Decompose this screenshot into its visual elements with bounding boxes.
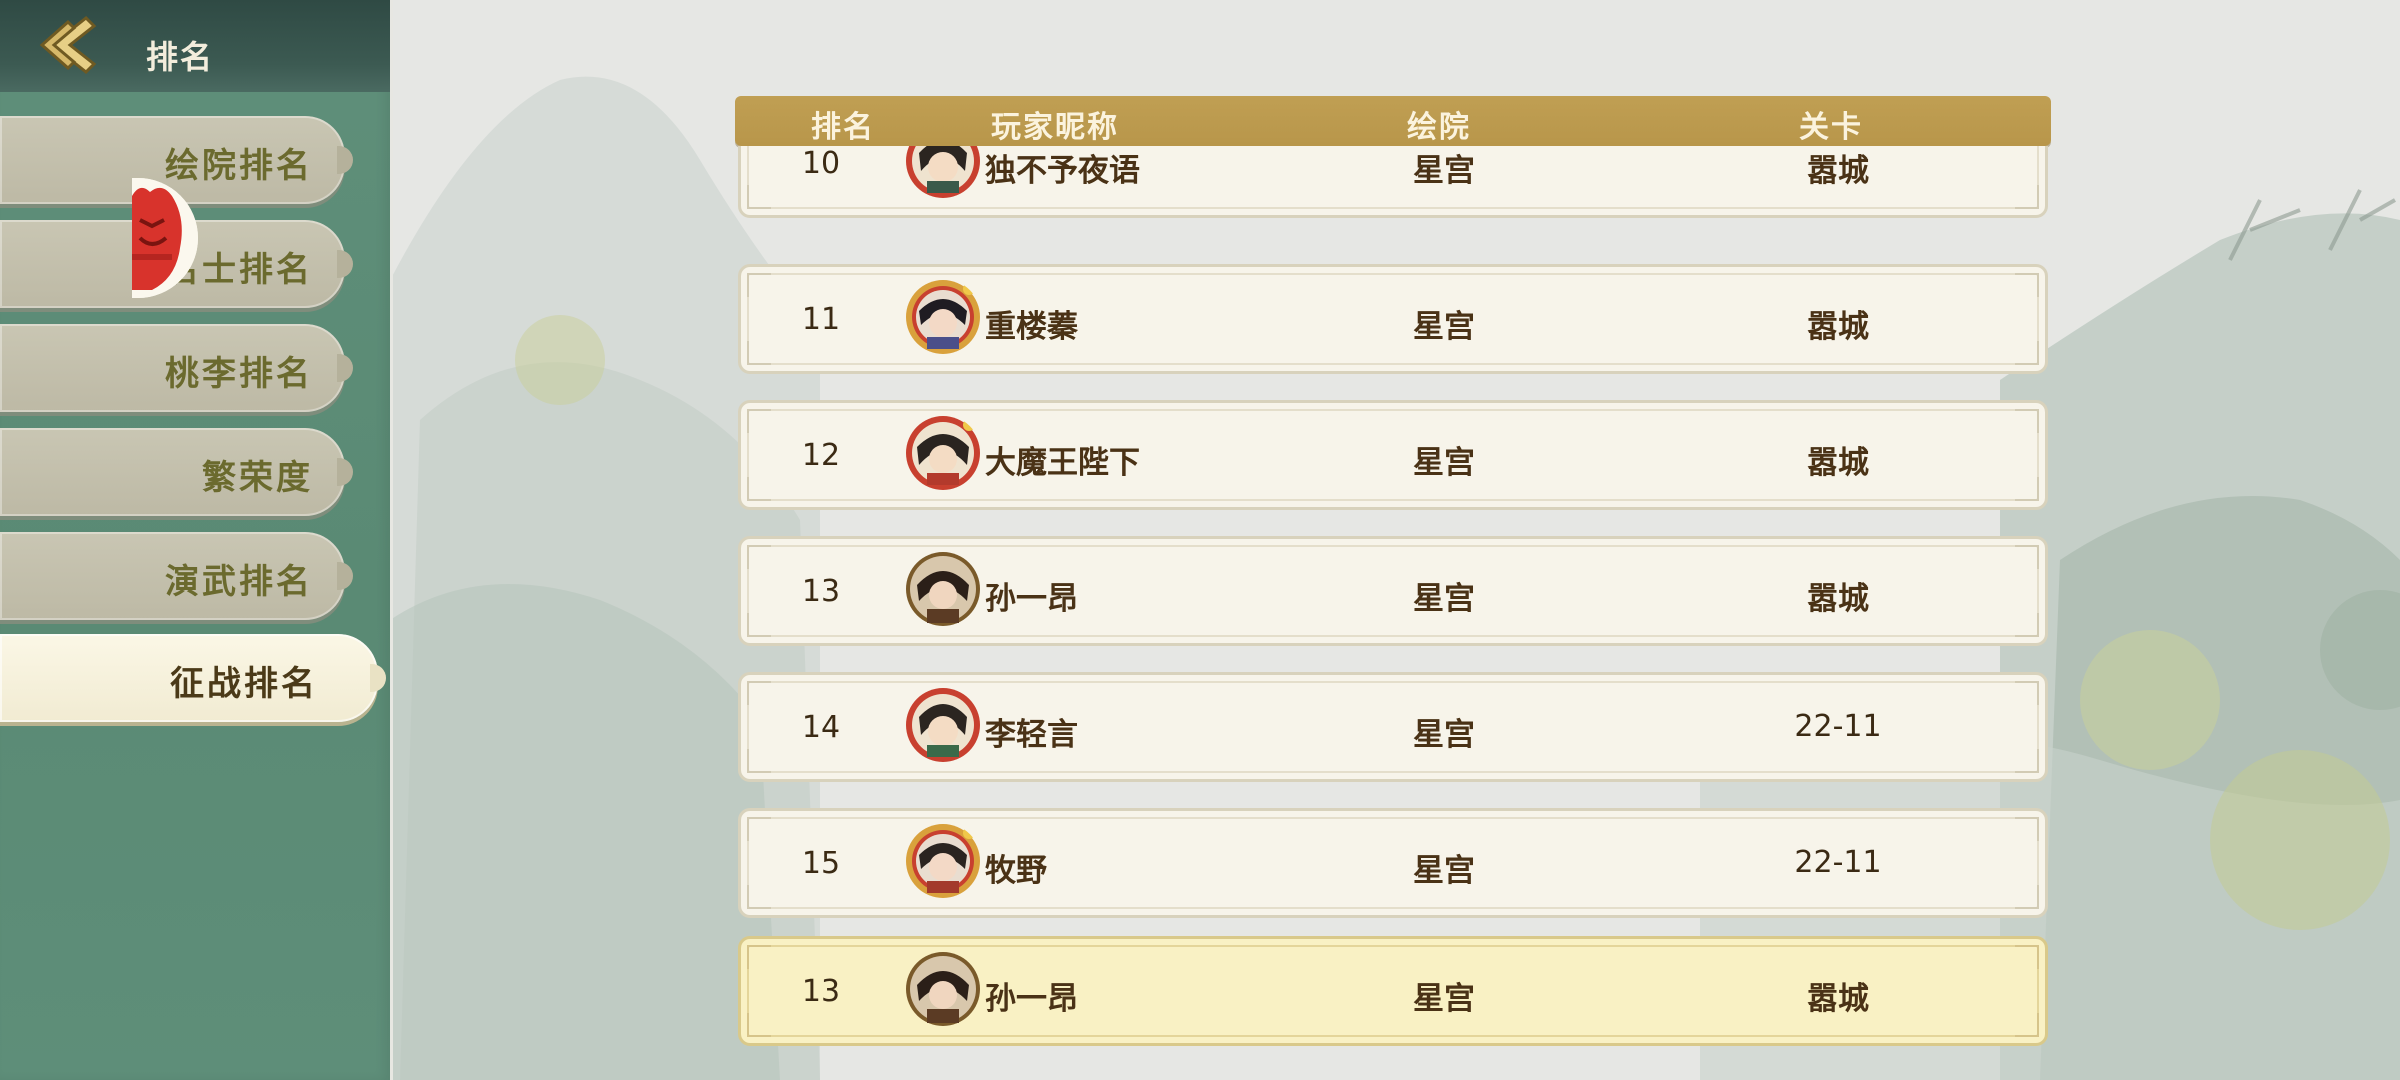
player-name: 重楼蓁 xyxy=(985,309,1078,345)
stage-cell: 嚣城 xyxy=(1807,445,1869,481)
academy-cell: 星宫 xyxy=(1413,717,1475,753)
table-row[interactable]: 15 牧野 星宫 22-11 xyxy=(738,808,2048,918)
column-header-academy: 绘院 xyxy=(1407,110,1471,145)
academy-cell: 星宫 xyxy=(1413,853,1475,889)
player-avatar[interactable] xyxy=(905,951,981,1027)
top-bar: 排名 xyxy=(0,0,390,92)
table-row[interactable]: 13 孙一昂 星宫 嚣城 xyxy=(738,536,2048,646)
sidebar-item-label: 演武排名 xyxy=(165,562,313,602)
table-row[interactable]: 12 大魔王陛下 星宫 嚣城 xyxy=(738,400,2048,510)
stage-cell: 嚣城 xyxy=(1807,309,1869,345)
stage-cell: 22-11 xyxy=(1794,845,1882,880)
sidebar-item-disciple-ranking[interactable]: 桃李排名 xyxy=(0,324,353,412)
player-name: 孙一昂 xyxy=(985,581,1078,617)
table-row[interactable]: 11 重楼蓁 星宫 嚣城 xyxy=(738,264,2048,374)
sidebar-item-label: 征战排名 xyxy=(170,664,318,704)
player-avatar[interactable] xyxy=(905,279,981,355)
academy-cell: 星宫 xyxy=(1413,445,1475,481)
player-name: 孙一昂 xyxy=(985,981,1078,1017)
academy-cell: 星宫 xyxy=(1413,581,1475,617)
player-avatar[interactable] xyxy=(905,551,981,627)
player-avatar[interactable] xyxy=(905,146,981,199)
column-header-stage: 关卡 xyxy=(1799,110,1863,145)
back-button[interactable] xyxy=(34,12,104,78)
sidebar-item-label: 绘院排名 xyxy=(165,146,313,186)
player-avatar[interactable] xyxy=(905,823,981,899)
sidebar-item-prosperity[interactable]: 繁荣度 xyxy=(0,428,353,516)
my-ranking-row[interactable]: 13 孙一昂 星宫 嚣城 xyxy=(738,936,2048,1046)
table-row[interactable]: 10 独不予夜语 星宫 嚣城 xyxy=(738,146,2048,218)
stage-cell: 嚣城 xyxy=(1807,153,1869,189)
stage-cell: 22-11 xyxy=(1794,709,1882,744)
player-avatar[interactable] xyxy=(905,687,981,763)
sidebar-item-martial-ranking[interactable]: 演武排名 xyxy=(0,532,353,620)
player-name: 大魔王陛下 xyxy=(985,445,1140,481)
sidebar-item-campaign-ranking[interactable]: 征战排名 xyxy=(0,634,386,722)
ranking-table-header: 排名 玩家昵称 绘院 关卡 xyxy=(735,96,2051,146)
academy-cell: 星宫 xyxy=(1413,981,1475,1017)
ranking-list[interactable]: 10 独不予夜语 星宫 嚣城 11 重楼蓁 星宫 嚣城 12 大魔王陛下 星宫 … xyxy=(730,146,2060,918)
column-header-player-name: 玩家昵称 xyxy=(991,110,1119,145)
chevron-left-icon xyxy=(39,15,97,75)
stage-cell: 嚣城 xyxy=(1807,981,1869,1017)
page-title: 排名 xyxy=(146,38,215,76)
table-row[interactable]: 14 李轻言 星宫 22-11 xyxy=(738,672,2048,782)
player-name: 独不予夜语 xyxy=(985,153,1140,189)
column-header-rank: 排名 xyxy=(811,110,875,145)
player-avatar[interactable] xyxy=(905,415,981,491)
stage-cell: 嚣城 xyxy=(1807,581,1869,617)
sidebar-item-label: 桃李排名 xyxy=(165,354,313,394)
academy-cell: 星宫 xyxy=(1413,309,1475,345)
player-name: 李轻言 xyxy=(985,717,1078,753)
player-name: 牧野 xyxy=(985,853,1047,889)
academy-cell: 星宫 xyxy=(1413,153,1475,189)
sidebar-item-label: 繁荣度 xyxy=(202,458,313,498)
